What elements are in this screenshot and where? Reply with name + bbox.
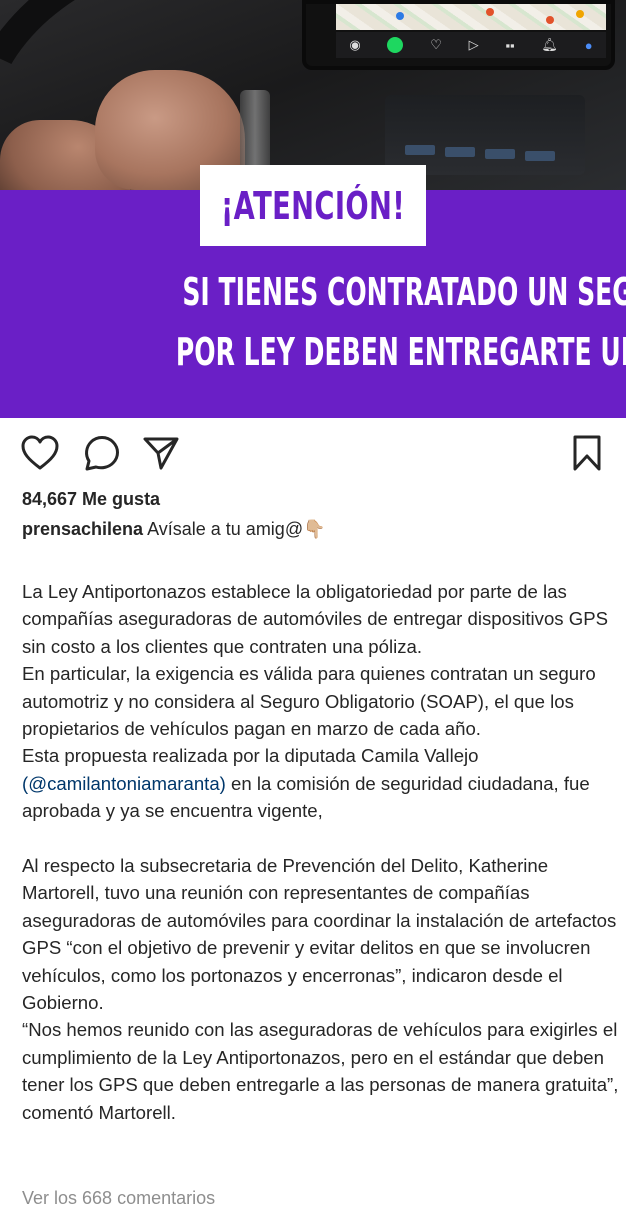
caption-intro: Avísale a tu amig@👇🏼	[147, 519, 326, 539]
post-image[interactable]: ◉ ♡ ▷ ▪▪ 🔔︎ ● ¡ATENCIÓN! SI TIENES CONTR…	[0, 0, 626, 418]
dashboard-console	[385, 95, 585, 175]
attention-box: ¡ATENCIÓN!	[200, 165, 426, 246]
spotify-icon	[387, 37, 404, 53]
navigation-map	[336, 4, 606, 30]
caption-paragraph: “Nos hemos reunido con las aseguradoras …	[22, 1019, 619, 1123]
car-infotainment-screen: ◉ ♡ ▷ ▪▪ 🔔︎ ●	[302, 0, 615, 70]
view-comments-link[interactable]: Ver los 668 comentarios	[22, 1188, 215, 1209]
caption-paragraph: Al respecto la subsecretaria de Prevenci…	[22, 855, 617, 1014]
play-icon: ▷	[468, 37, 479, 52]
caption-body: La Ley Antiportonazos establece la oblig…	[22, 578, 622, 1126]
caption-paragraph: La Ley Antiportonazos establece la oblig…	[22, 581, 609, 657]
comment-icon[interactable]	[82, 434, 120, 472]
heart-outline-icon: ♡	[430, 37, 442, 52]
caption-paragraph: Esta propuesta realizada por la diputada…	[22, 745, 590, 822]
username[interactable]: prensachilena	[22, 519, 143, 539]
heart-icon[interactable]	[20, 434, 60, 472]
microphone-icon: ●	[584, 37, 593, 53]
mention-link[interactable]: (@camilantoniamaranta)	[22, 773, 226, 794]
android-auto-bar: ◉ ♡ ▷ ▪▪ 🔔︎ ●	[336, 32, 606, 58]
grid-icon: ▪▪	[505, 37, 515, 53]
likes-count[interactable]: 84,667 Me gusta	[22, 489, 160, 510]
attention-title: ¡ATENCIÓN!	[220, 183, 406, 228]
home-circle-icon: ◉	[349, 37, 361, 52]
post-action-bar	[0, 430, 626, 480]
car-dashboard-photo: ◉ ♡ ▷ ▪▪ 🔔︎ ●	[0, 0, 626, 190]
caption-paragraph: En particular, la exigencia es válida pa…	[22, 663, 596, 740]
bell-icon: 🔔︎	[541, 37, 558, 52]
caption-header: prensachilena Avísale a tu amig@👇🏼	[22, 519, 326, 540]
headline-line-2: POR LEY DEBEN ENTREGARTE UN GPS GRATUITO	[175, 330, 626, 374]
headline-line-1: SI TIENES CONTRATADO UN SEGURO AUTOMOTRI…	[182, 270, 626, 314]
bookmark-icon[interactable]	[572, 434, 602, 472]
paper-plane-icon[interactable]	[142, 434, 180, 472]
